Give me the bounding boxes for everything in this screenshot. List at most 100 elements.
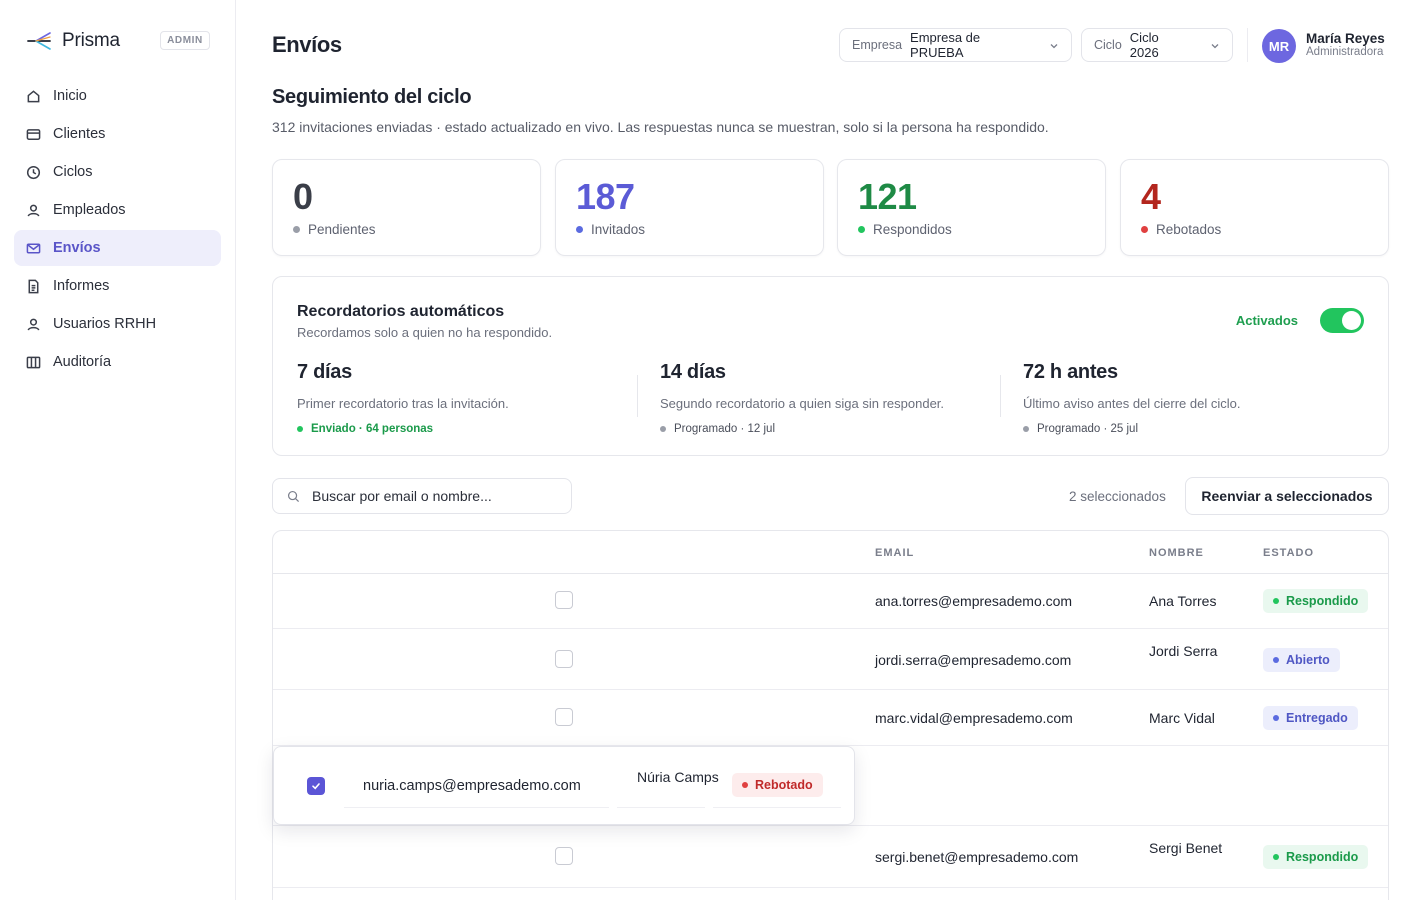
reminder-step: 7 días Primer recordatorio tras la invit… (297, 361, 627, 435)
stat-card-respondidos: 121 Respondidos (837, 159, 1106, 256)
stat-label: Pendientes (293, 222, 376, 237)
section-title: Seguimiento del ciclo (272, 86, 472, 108)
column-header-estado[interactable]: ESTADO (1263, 547, 1314, 559)
card-icon (26, 128, 41, 140)
reminder-step: 14 días Segundo recordatorio a quien sig… (660, 361, 990, 435)
status-dot (1273, 854, 1279, 860)
recipients-table: EMAIL NOMBRE ESTADO ana.torres@empresade… (272, 530, 1389, 900)
stat-label-text: Pendientes (308, 222, 376, 237)
stat-label-text: Respondidos (873, 222, 952, 237)
table-row[interactable]: ana.torres@empresademo.com Ana Torres Re… (273, 574, 1388, 629)
sidebar-item-ciclos[interactable]: Ciclos (14, 154, 221, 190)
reminders-subtitle: Recordamos solo a quien no ha respondido… (297, 325, 553, 340)
reminder-step-title: 7 días (297, 361, 352, 383)
table-row[interactable]: jordi.serra@empresademo.com Jordi Serra … (273, 629, 1388, 690)
row-name: Marc Vidal (1149, 710, 1215, 726)
search-box[interactable] (272, 478, 572, 514)
status-dot (742, 782, 748, 788)
stat-value: 187 (576, 176, 635, 217)
row-name: Núria Camps (637, 769, 719, 785)
stat-label: Respondidos (858, 222, 952, 237)
reminder-step-title: 14 días (660, 361, 726, 383)
avatar[interactable]: MR (1262, 29, 1296, 63)
status-badge-text: Respondido (1286, 594, 1359, 608)
table-header: EMAIL NOMBRE ESTADO (273, 531, 1388, 574)
status-dot (1023, 426, 1029, 432)
stat-label: Invitados (576, 222, 645, 237)
status-badge-text: Respondido (1286, 850, 1359, 864)
sidebar-item-inicio[interactable]: Inicio (14, 78, 221, 114)
status-dot (1273, 715, 1279, 721)
sidebar-item-usuarios-rrhh[interactable]: Usuarios RRHH (14, 306, 221, 342)
table-row[interactable]: marc.vidal@empresademo.com Marc Vidal En… (273, 690, 1388, 746)
sidebar-item-label: Clientes (53, 126, 106, 142)
reminder-step-title: 72 h antes (1023, 361, 1118, 383)
row-email: jordi.serra@empresademo.com (875, 652, 1072, 668)
stat-value: 121 (858, 176, 917, 217)
reminders-toggle[interactable] (1320, 308, 1364, 333)
divider (617, 807, 705, 808)
stat-label-text: Invitados (591, 222, 646, 237)
status-dot (293, 226, 300, 233)
status-badge: Rebotado (732, 773, 823, 797)
search-icon (287, 490, 300, 502)
row-email: marc.vidal@empresademo.com (875, 710, 1073, 726)
row-name: Sergi Benet (1149, 840, 1223, 856)
row-checkbox-checked[interactable] (307, 777, 325, 795)
reminder-step-desc: Segundo recordatorio a quien siga sin re… (660, 396, 945, 411)
row-name: Jordi Serra (1149, 643, 1218, 659)
row-checkbox[interactable] (555, 708, 573, 726)
table-row[interactable]: sergi.benet@empresademo.com Sergi Benet … (273, 826, 1388, 888)
columns-icon (26, 356, 41, 368)
user-name: María Reyes (1306, 31, 1385, 46)
check-icon (312, 783, 320, 790)
divider (1000, 375, 1001, 417)
status-dot (1273, 598, 1279, 604)
brand[interactable]: Prisma (26, 29, 120, 53)
sidebar-item-label: Ciclos (53, 164, 93, 180)
sidebar-item-envios[interactable]: Envíos (14, 230, 221, 266)
stat-label: Rebotados (1141, 222, 1221, 237)
divider (637, 375, 638, 417)
divider (344, 807, 609, 808)
status-dot (660, 426, 666, 432)
row-email: nuria.camps@empresademo.com (363, 778, 581, 794)
reminders-card: Recordatorios automáticos Recordamos sol… (272, 276, 1389, 456)
sidebar-item-empleados[interactable]: Empleados (14, 192, 221, 228)
row-name: Ana Torres (1149, 593, 1217, 609)
chevron-down-icon (1050, 44, 1058, 49)
prisma-logo-icon (27, 32, 51, 50)
row-checkbox[interactable] (555, 591, 573, 609)
reminder-step-desc: Primer recordatorio tras la invitación. (297, 396, 509, 411)
user-role: Administradora (1306, 46, 1384, 58)
row-email: sergi.benet@empresademo.com (875, 849, 1079, 865)
user-icon (27, 204, 40, 216)
cycle-select-label: Ciclo (1094, 38, 1122, 52)
column-header-email[interactable]: EMAIL (875, 547, 914, 559)
column-header-nombre[interactable]: NOMBRE (1149, 547, 1204, 559)
reminder-step: 72 h antes Último aviso antes del cierre… (1023, 361, 1353, 435)
status-dot (576, 226, 583, 233)
brand-name: Prisma (62, 30, 120, 51)
row-email: ana.torres@empresademo.com (875, 593, 1073, 609)
sidebar-item-auditoria[interactable]: Auditoría (14, 344, 221, 380)
status-badge-text: Rebotado (755, 778, 813, 792)
reminder-step-status-text: Programado · 25 jul (1037, 423, 1138, 435)
dragged-table-row[interactable]: nuria.camps@empresademo.com Núria Camps … (273, 746, 855, 825)
cycle-select[interactable]: Ciclo Ciclo 2026 (1081, 28, 1233, 62)
status-badge-text: Abierto (1286, 653, 1330, 667)
status-dot (1141, 226, 1148, 233)
search-input[interactable] (312, 488, 552, 504)
stat-card-invitados: 187 Invitados (555, 159, 824, 256)
sidebar-item-label: Empleados (53, 202, 126, 218)
sidebar-item-informes[interactable]: Informes (14, 268, 221, 304)
sidebar-item-label: Usuarios RRHH (53, 316, 157, 332)
resend-selected-button[interactable]: Reenviar a seleccionados (1185, 477, 1389, 515)
row-checkbox[interactable] (555, 847, 573, 865)
reminder-step-status: Programado · 25 jul (1023, 423, 1353, 435)
row-checkbox[interactable] (555, 650, 573, 668)
company-select[interactable]: Empresa Empresa de PRUEBA (839, 28, 1072, 62)
sidebar-item-label: Informes (53, 278, 110, 294)
sidebar-item-clientes[interactable]: Clientes (14, 116, 221, 152)
sidebar-nav: Inicio Clientes Ciclos Empleados Envíos … (14, 78, 221, 382)
